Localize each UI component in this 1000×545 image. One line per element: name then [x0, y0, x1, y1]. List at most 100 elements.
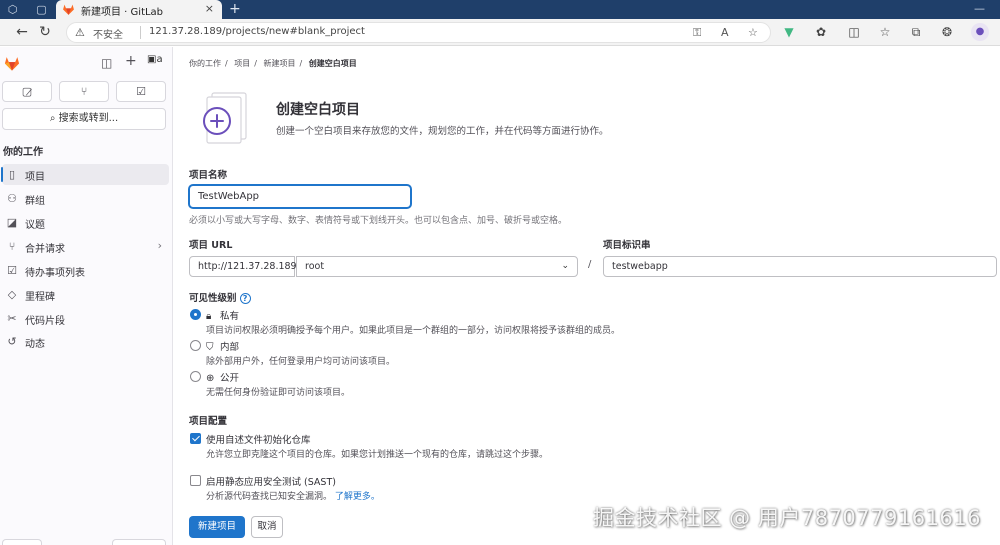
create-project-button[interactable]: 新建项目 [189, 516, 245, 538]
security-status[interactable]: 不安全 [93, 26, 123, 41]
blank-project-illustration [203, 92, 247, 144]
sidebar-item-activity[interactable]: ↺ 动态 [2, 331, 169, 352]
project-url-label: 项目 URL [189, 240, 233, 251]
tab-close-icon[interactable]: × [205, 2, 214, 15]
new-tab-button[interactable]: + [229, 0, 241, 19]
learn-more-link[interactable]: 了解更多。 [335, 492, 380, 502]
reload-icon[interactable]: ↻ [37, 24, 53, 40]
visibility-internal-desc: 除外部用户外，任何登录用户均可访问该项目。 [206, 357, 396, 367]
enable-sast-label[interactable]: 启用静态应用安全测试 (SAST) [206, 474, 336, 488]
visibility-public-desc: 无需任何身份验证即可访问该项目。 [206, 388, 351, 398]
activity-icon: ↺ [7, 335, 17, 348]
key-icon[interactable]: ⚿ [693, 26, 701, 40]
chevron-down-icon: ⌄ [561, 261, 569, 271]
sidebar-item-merge-requests[interactable]: ⑂ 合并请求 › [2, 236, 169, 257]
search-button[interactable]: ⌕ 搜索或转到... [2, 108, 166, 130]
help-icon[interactable]: ? [239, 293, 251, 304]
project-slug-input[interactable]: testwebapp [603, 256, 997, 277]
sidebar-item-projects[interactable]: ▯ 项目 [1, 164, 169, 185]
address-bar: ← ↻ ⚠ 不安全 121.37.28.189/projects/new#bla… [0, 19, 1000, 46]
profile-avatar[interactable]: ● [971, 23, 989, 41]
sidebar-item-snippets[interactable]: ✂ 代码片段 [2, 308, 169, 329]
warning-icon[interactable]: ⚠ [75, 26, 85, 39]
read-aloud-icon[interactable]: A [721, 26, 729, 39]
visibility-internal-text: 内部 [220, 342, 240, 353]
cancel-button[interactable]: 取消 [251, 516, 283, 538]
collections-icon[interactable]: ⧉ [908, 24, 924, 40]
project-config-label: 项目配置 [189, 416, 228, 427]
sidebar-item-groups[interactable]: ⚇ 群组 [2, 188, 169, 209]
issues-icon: ◪ [6, 216, 18, 229]
group-icon: ⚇ [7, 192, 17, 205]
extensions-icon[interactable]: ✿ [813, 24, 829, 40]
shield-icon: ⛉ [206, 342, 214, 353]
visibility-public-radio[interactable] [190, 371, 201, 382]
copilot-icon[interactable]: ❂ [939, 24, 955, 40]
breadcrumb-current[interactable]: 创建空白项目 [309, 59, 357, 68]
gitlab-favicon-icon [63, 4, 74, 15]
sidebar-item-milestones[interactable]: ◇ 里程碑 [2, 284, 169, 305]
favorites-icon[interactable]: ☆ [877, 24, 893, 40]
breadcrumb-your-work[interactable]: 你的工作 [189, 59, 221, 68]
breadcrumb: 你的工作 / 项目 / 新建项目 / 创建空白项目 [189, 58, 361, 69]
project-icon: ▯ [8, 168, 16, 181]
admin-area-button[interactable] [112, 539, 166, 545]
init-readme-desc: 允许您立即克隆这个项目的仓库。如果您计划推送一个现有的仓库，请跳过这个步骤。 [206, 450, 549, 460]
enable-sast-desc-text: 分析源代码查找已知安全漏洞。 [206, 492, 333, 502]
lock-icon: 🔒︎ [206, 311, 212, 322]
url-divider [140, 26, 141, 39]
split-screen-icon[interactable]: ◫ [846, 24, 862, 40]
avatar[interactable]: ▣a [147, 54, 163, 65]
milestone-icon: ◇ [7, 288, 17, 301]
init-readme-checkbox[interactable] [190, 433, 201, 444]
visibility-private-radio[interactable] [190, 309, 201, 320]
sidebar-item-issues[interactable]: ◪ 议题 [2, 212, 169, 233]
gitlab-logo-icon[interactable] [3, 55, 21, 72]
namespace-value: root [305, 261, 325, 272]
namespace-select[interactable]: root ⌄ [296, 256, 578, 277]
merge-requests-count-button[interactable]: ⑂ [59, 81, 109, 102]
url-field[interactable]: ⚠ 不安全 121.37.28.189/projects/new#blank_p… [66, 22, 771, 43]
sidebar-item-label: 里程碑 [25, 292, 55, 303]
project-name-label: 项目名称 [189, 170, 228, 181]
help-button[interactable] [2, 539, 42, 545]
project-name-help: 必须以小写或大写字母、数字、表情符号或下划线开头。也可以包含点、加号、破折号或空… [189, 216, 568, 226]
visibility-private-label[interactable]: 🔒︎ 私有 [206, 308, 239, 322]
search-label: 搜索或转到... [58, 113, 119, 124]
avatar-alt-text: a [156, 54, 163, 65]
browser-tab-gitlab[interactable]: 新建项目 · GitLab × [56, 0, 222, 19]
sidebar-toggle-icon[interactable]: ◫ [101, 56, 112, 70]
enable-sast-checkbox[interactable] [190, 475, 201, 486]
breadcrumb-projects[interactable]: 项目 [234, 59, 250, 68]
project-name-input[interactable]: TestWebApp [189, 185, 411, 208]
visibility-private-text: 私有 [220, 311, 240, 322]
tab-actions-icon[interactable]: ▢ [34, 2, 49, 17]
tab-title: 新建项目 · GitLab [81, 7, 164, 18]
sidebar-item-label: 待办事项列表 [25, 268, 85, 279]
sidebar-item-label: 代码片段 [25, 316, 65, 327]
minimize-icon[interactable]: — [974, 2, 986, 15]
enable-sast-desc: 分析源代码查找已知安全漏洞。 了解更多。 [206, 489, 380, 502]
breadcrumb-new-project[interactable]: 新建项目 [264, 59, 296, 68]
favorite-star-icon[interactable]: ☆ [748, 26, 758, 39]
visibility-label: 可见性级别? [189, 290, 251, 304]
create-new-icon[interactable]: + [125, 53, 137, 69]
earth-icon: ⊕ [206, 373, 215, 384]
issues-count-button[interactable]: ▢̷ [2, 81, 52, 102]
visibility-label-text: 可见性级别 [189, 293, 237, 304]
visibility-internal-radio[interactable] [190, 340, 201, 351]
todos-count-button[interactable]: ☑ [116, 81, 166, 102]
sidebar-item-todos[interactable]: ☑ 待办事项列表 [2, 260, 169, 281]
vue-devtools-icon[interactable]: ▼ [781, 24, 797, 40]
sidebar-item-label: 议题 [25, 220, 45, 231]
sidebar-item-label: 项目 [25, 172, 45, 183]
visibility-internal-label[interactable]: ⛉ 内部 [206, 339, 239, 353]
back-icon[interactable]: ← [14, 24, 30, 40]
sidebar-section-title: 你的工作 [3, 147, 43, 158]
init-readme-label[interactable]: 使用自述文件初始化仓库 [206, 432, 311, 446]
main-content: 你的工作 / 项目 / 新建项目 / 创建空白项目 创建空白项目 创建一个空白项目来存… [174, 47, 1000, 545]
visibility-public-label[interactable]: ⊕ 公开 [206, 370, 239, 384]
sidebar-item-label: 动态 [25, 339, 45, 350]
url-text[interactable]: 121.37.28.189/projects/new#blank_project [149, 26, 365, 37]
workspaces-icon[interactable]: ⬡ [5, 2, 20, 17]
